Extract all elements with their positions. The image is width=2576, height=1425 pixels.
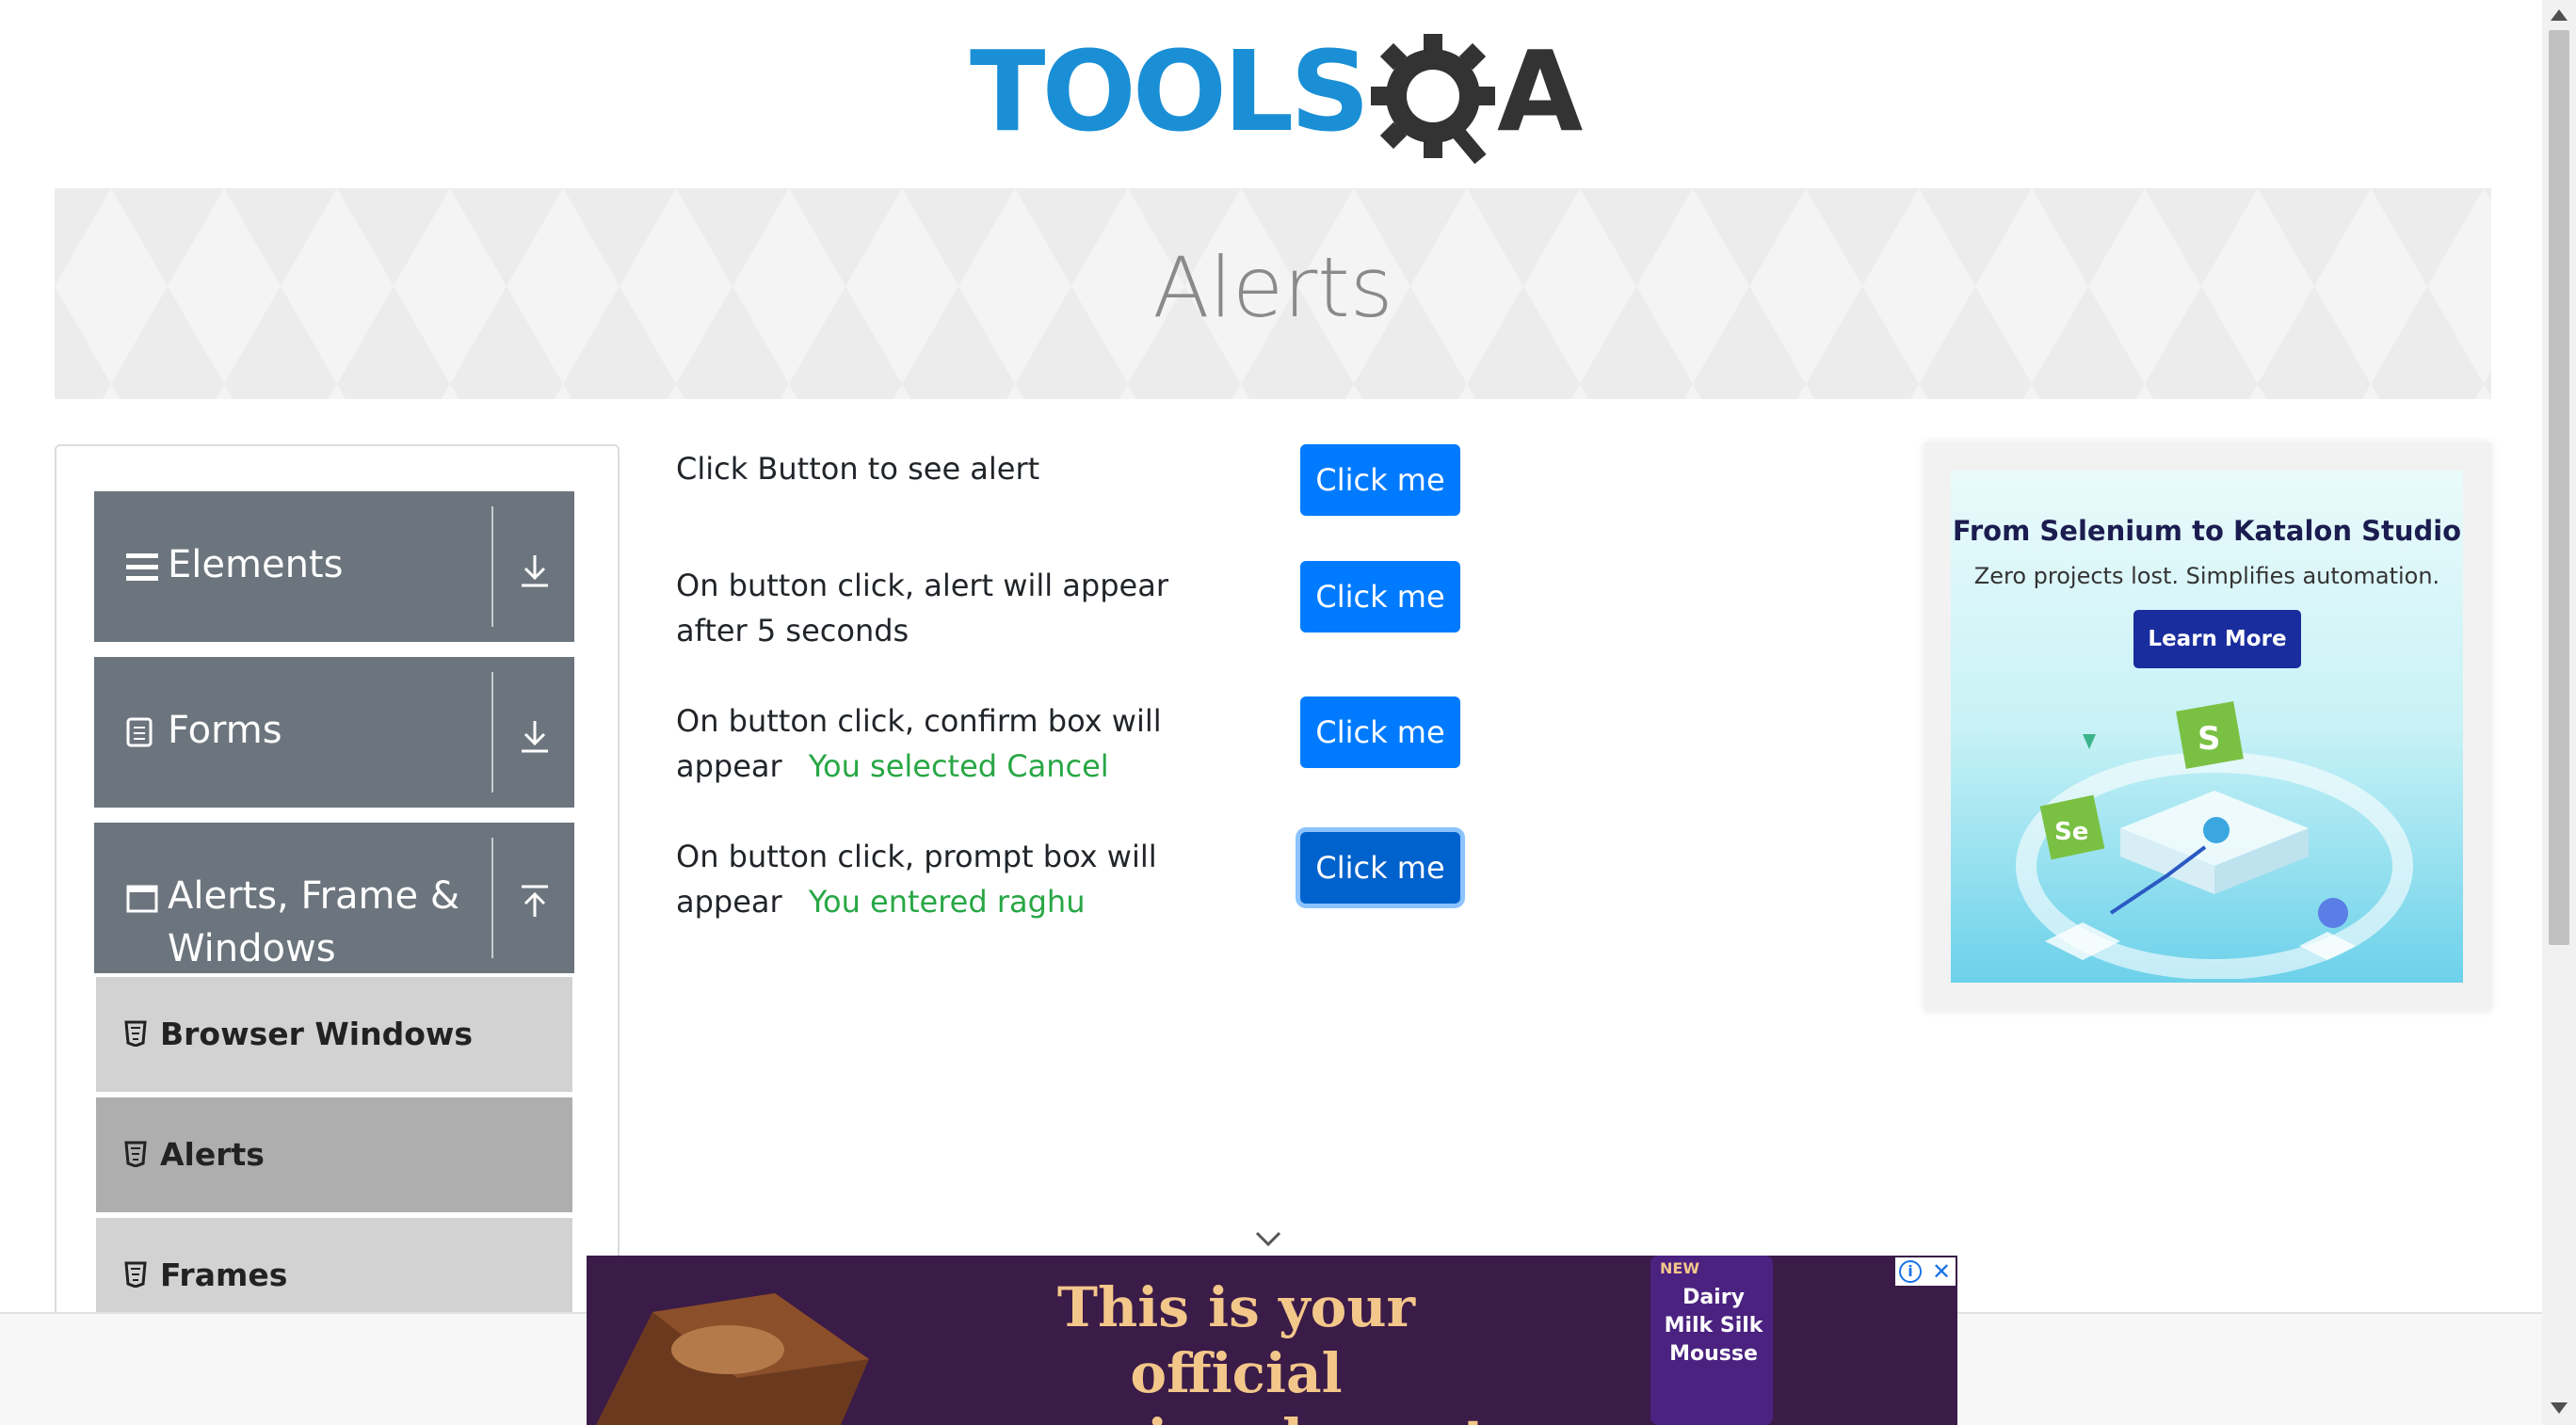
scrollbar[interactable] xyxy=(2542,0,2576,1425)
alert-button[interactable]: Click me xyxy=(1300,444,1460,516)
confirm-result: You selected Cancel xyxy=(808,748,1109,784)
confirm-button[interactable]: Click me xyxy=(1300,696,1460,768)
timer-alert-button[interactable]: Click me xyxy=(1300,561,1460,632)
page-title: Alerts xyxy=(1152,239,1393,336)
toolsqa-logo[interactable]: TOOLS A xyxy=(970,26,1584,169)
scrollbar-thumb[interactable] xyxy=(2549,30,2569,945)
row-label: On button click, alert will appear after… xyxy=(676,568,1168,648)
download-arrow-icon xyxy=(522,721,548,753)
ad-controls: i ✕ xyxy=(1895,1257,1956,1286)
ad-chocolate-banner[interactable]: This is your official morning dessert NE… xyxy=(587,1256,1957,1425)
sidebar-group-elements[interactable]: Elements xyxy=(94,491,574,642)
row-label: Click Button to see alert xyxy=(676,451,1040,487)
chevron-down-icon[interactable] xyxy=(1255,1229,1281,1248)
timer-alert-row-text: On button click, alert will appear after… xyxy=(676,563,1222,653)
sidebar-group-forms[interactable]: Forms xyxy=(94,657,574,808)
hamburger-icon xyxy=(126,553,158,581)
logo-text-a: A xyxy=(1497,26,1584,156)
prompt-row-text: On button click, prompt box will appear Y… xyxy=(676,834,1184,924)
prompt-button[interactable]: Click me xyxy=(1300,832,1460,904)
ad-headline-line1: This is your official xyxy=(1056,1275,1416,1405)
divider xyxy=(491,672,493,793)
learn-more-button[interactable]: Learn More xyxy=(2133,610,2301,668)
ad-inner: From Selenium to Katalon Studio Zero pro… xyxy=(1951,471,2463,983)
pack-new-badge: NEW xyxy=(1660,1259,1699,1277)
info-icon[interactable]: i xyxy=(1899,1260,1922,1283)
sidebar-group-label: Elements xyxy=(168,543,344,586)
gear-magnifier-icon xyxy=(1371,34,1495,165)
ad-headline-line2: morning dessert xyxy=(944,1406,1528,1425)
upload-arrow-icon xyxy=(522,885,548,917)
sidebar-item-label: Alerts xyxy=(160,1136,265,1173)
html5-icon xyxy=(124,1141,147,1167)
sidebar-group-alerts-frame-windows[interactable]: Alerts, Frame & Windows xyxy=(94,823,574,973)
scroll-down-arrow-icon[interactable] xyxy=(2551,1402,2568,1414)
divider xyxy=(491,838,493,958)
pack-label: Dairy Milk Silk Mousse xyxy=(1664,1286,1763,1366)
ad-headline: This is your official morning dessert xyxy=(944,1274,1528,1425)
document-icon xyxy=(126,717,153,747)
sidebar-item-label: Frames xyxy=(160,1257,288,1293)
chocolate-image xyxy=(596,1293,869,1425)
prompt-result: You entered raghu xyxy=(808,884,1086,920)
html5-icon xyxy=(124,1261,147,1288)
ad-illustration: S Se xyxy=(2016,701,2413,979)
close-icon[interactable]: ✕ xyxy=(1929,1259,1954,1284)
sidebar-group-label: Forms xyxy=(168,709,282,752)
divider xyxy=(491,506,493,627)
html5-icon xyxy=(124,1020,147,1047)
confirm-row-text: On button click, confirm box will appear… xyxy=(676,698,1184,789)
window-icon xyxy=(126,885,158,913)
scroll-up-arrow-icon[interactable] xyxy=(2551,9,2568,21)
sidebar-item-alerts[interactable]: Alerts xyxy=(96,1096,572,1212)
svg-text:S: S xyxy=(2198,720,2221,758)
alert-row-text: Click Button to see alert xyxy=(676,446,1241,491)
ad-subtitle: Zero projects lost. Simplifies automatio… xyxy=(1973,563,2440,589)
sidebar-item-label: Browser Windows xyxy=(160,1016,473,1052)
sidebar-group-label: Alerts, Frame & Windows xyxy=(168,874,460,970)
page-banner: Alerts xyxy=(55,188,2491,399)
sidebar-item-browser-windows[interactable]: Browser Windows xyxy=(96,975,572,1092)
svg-text:Se: Se xyxy=(2054,818,2088,846)
download-arrow-icon xyxy=(522,555,548,587)
ad-katalon[interactable]: From Selenium to Katalon Studio Zero pro… xyxy=(1924,442,2491,1011)
ad-title: From Selenium to Katalon Studio xyxy=(1952,515,2462,547)
logo-text: TOOLS xyxy=(970,26,1370,156)
